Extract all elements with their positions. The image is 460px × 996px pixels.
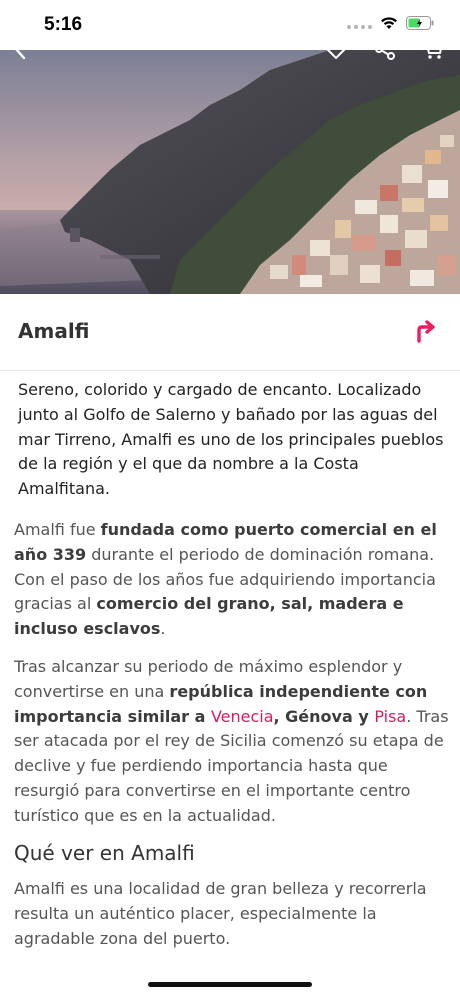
wifi-icon <box>380 16 398 30</box>
top-bar <box>0 36 460 66</box>
status-time: 5:16 <box>44 14 83 35</box>
turn-right-arrow-icon[interactable] <box>414 318 442 344</box>
pisa-link[interactable]: Pisa <box>374 707 406 726</box>
status-icons <box>347 16 434 30</box>
intro-text: Sereno, colorido y cargado de encanto. L… <box>18 380 444 499</box>
cart-icon[interactable] <box>420 36 446 62</box>
home-indicator <box>148 982 312 987</box>
page-title: Amalfi <box>18 319 90 343</box>
venecia-link[interactable]: Venecia <box>211 707 274 726</box>
description: Sereno, colorido y cargado de encanto. L… <box>0 371 460 948</box>
history-paragraph: Amalfi fue fundada como puerto comercial… <box>14 520 437 639</box>
hero-image <box>0 50 460 294</box>
heart-icon[interactable] <box>323 36 349 62</box>
back-icon[interactable] <box>8 36 34 62</box>
section-title: Qué ver en Amalfi <box>14 841 195 865</box>
what-to-see-paragraph: Amalfi es una localidad de gran belleza … <box>14 879 427 948</box>
title-row: Amalfi <box>0 294 460 371</box>
signal-icon <box>347 17 372 29</box>
share-icon[interactable] <box>372 36 398 62</box>
decline-paragraph: Tras alcanzar su periodo de máximo esple… <box>14 657 449 825</box>
battery-icon <box>406 16 434 30</box>
